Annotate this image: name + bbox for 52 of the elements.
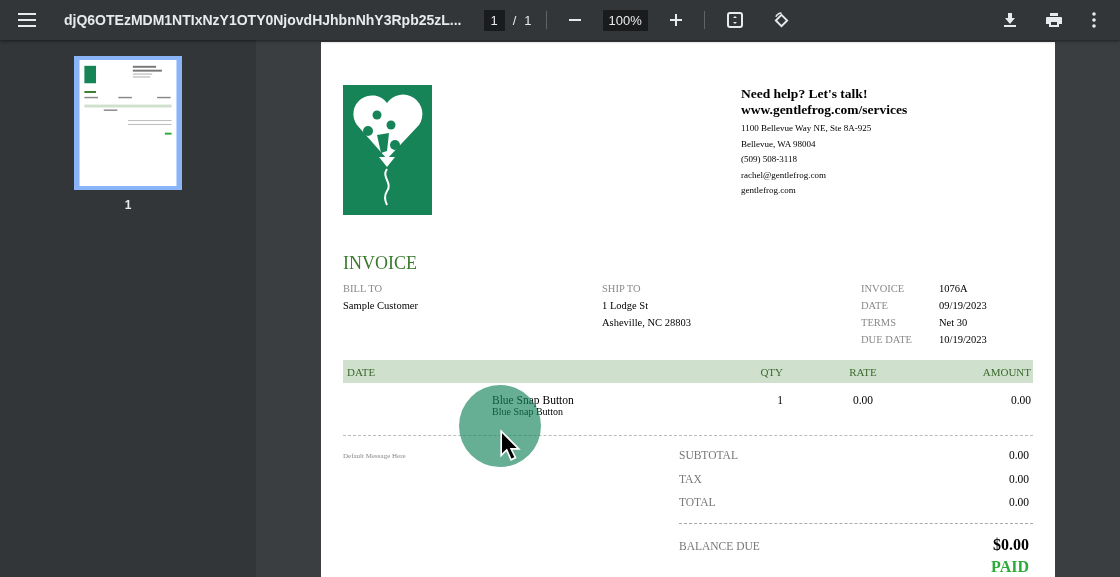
page-separator: / bbox=[512, 12, 517, 28]
website-url: www.gentlefrog.com/services bbox=[741, 102, 909, 118]
column-header: QTY bbox=[759, 365, 784, 378]
meta-label: DATE bbox=[861, 299, 889, 313]
meta-value: 10/19/2023 bbox=[939, 333, 988, 347]
bill-to-line: Sample Customer bbox=[343, 299, 419, 313]
bill-to-label: BILL TO bbox=[343, 282, 384, 296]
ship-to-label: SHIP TO bbox=[602, 282, 642, 296]
file-name: djQ6OTEzMDM1NTIxNzY1OTY0NjovdHJhbnNhY3Rpb25zL... bbox=[64, 12, 462, 28]
meta-label: INVOICE bbox=[861, 282, 906, 296]
paid-status: PAID bbox=[990, 557, 1030, 576]
invoice-title: INVOICE bbox=[343, 253, 418, 274]
page-thumbnail[interactable] bbox=[74, 56, 182, 190]
contact-heading: Need help? Let's talk! bbox=[741, 86, 869, 102]
balance-due-label: BALANCE DUE bbox=[679, 539, 760, 552]
total-label: TAX bbox=[679, 472, 702, 485]
rotate-icon[interactable] bbox=[772, 11, 790, 29]
total-label: SUBTOTAL bbox=[679, 449, 738, 461]
page-total: 1 bbox=[524, 12, 532, 28]
table-cell-text: 1 bbox=[776, 394, 784, 408]
total-value: 0.00 bbox=[1008, 472, 1030, 485]
table-cell-text: 0.00 bbox=[851, 394, 875, 408]
contact-line: rachel@gentlefrog.com bbox=[741, 168, 827, 182]
zoom-in-icon[interactable] bbox=[669, 14, 682, 26]
ship-to-line: 1 Lodge St bbox=[602, 299, 650, 313]
total-label: TOTAL bbox=[679, 496, 716, 508]
page-number: 1 bbox=[124, 198, 132, 212]
cursor-icon bbox=[499, 429, 521, 462]
meta-label: DUE DATE bbox=[861, 333, 914, 347]
total-value: 0.00 bbox=[1008, 496, 1030, 508]
column-header: DATE bbox=[346, 365, 377, 378]
zoom-field[interactable]: 100% bbox=[602, 9, 648, 31]
menu-icon[interactable] bbox=[18, 13, 36, 27]
fit-page-icon[interactable] bbox=[726, 12, 743, 28]
meta-value: Net 30 bbox=[939, 316, 969, 330]
column-header: RATE bbox=[848, 365, 878, 378]
meta-value: 09/19/2023 bbox=[939, 299, 988, 313]
contact-line: (509) 508-3118 bbox=[741, 153, 798, 166]
column-header: AMOUNT bbox=[981, 365, 1032, 378]
ship-to-line: Asheville, NC 28803 bbox=[602, 316, 692, 330]
table-cell-text: 0.00 bbox=[1009, 394, 1032, 408]
balance-due-value: $0.00 bbox=[993, 535, 1030, 554]
meta-value: 1076A bbox=[939, 282, 969, 296]
page-number-field[interactable]: 1 bbox=[483, 9, 505, 31]
meta-label: TERMS bbox=[861, 316, 897, 330]
contact-line: 1100 Bellevue Way NE, Ste 8A-925 bbox=[741, 122, 873, 135]
print-icon[interactable] bbox=[1046, 13, 1062, 27]
contact-line: gentlefrog.com bbox=[741, 184, 797, 197]
total-value: 0.00 bbox=[1008, 449, 1030, 461]
more-icon[interactable] bbox=[1092, 12, 1096, 28]
contact-line: Bellevue, WA 98004 bbox=[741, 137, 817, 151]
download-icon[interactable] bbox=[1004, 13, 1016, 27]
